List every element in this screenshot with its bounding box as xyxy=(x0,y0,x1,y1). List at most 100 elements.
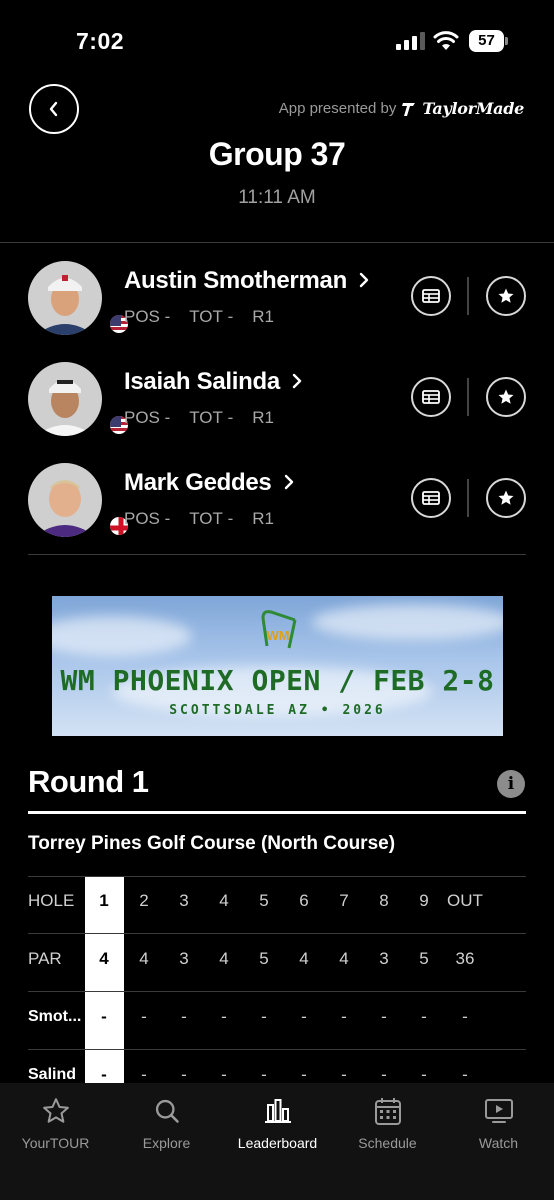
banner-title: WM PHOENIX OPEN / FEB 2-8 xyxy=(60,664,495,697)
scorecard-cell: - xyxy=(462,1065,468,1083)
player-stats: POS - TOT - R1 xyxy=(124,307,274,326)
search-icon xyxy=(155,1099,179,1123)
course-name: Torrey Pines Golf Course (North Course) xyxy=(28,833,396,854)
scorecard-cell: - xyxy=(341,1007,347,1026)
nav-yourtour[interactable]: YourTOUR xyxy=(0,1093,111,1151)
nav-schedule[interactable]: Schedule xyxy=(332,1093,443,1151)
scorecard-cell: 5 xyxy=(259,949,269,968)
scorecard-cell: 6 xyxy=(299,891,309,910)
nav-label: Watch xyxy=(478,1135,519,1151)
divider xyxy=(28,811,526,814)
avatar[interactable] xyxy=(28,261,130,335)
scorecard-cell: 4 xyxy=(139,949,149,968)
player-name-link[interactable]: Isaiah Salinda xyxy=(124,368,302,396)
star-icon xyxy=(42,1098,69,1123)
favorite-button[interactable] xyxy=(486,377,526,417)
battery-icon: 57 xyxy=(469,30,509,52)
scorecard-cell: 4 xyxy=(339,949,349,968)
player-row[interactable]: Mark Geddes POS - TOT - R1 xyxy=(0,463,554,553)
scorecard-cell: - xyxy=(381,1007,387,1026)
scorecard-cell: - xyxy=(261,1065,267,1083)
back-button[interactable] xyxy=(29,84,79,134)
presented-by-text: App presented by xyxy=(278,100,397,117)
scorecard-cell: - xyxy=(101,1007,107,1026)
chevron-right-icon xyxy=(293,373,302,389)
nav-leaderboard[interactable]: Leaderboard xyxy=(222,1093,333,1151)
favorite-button[interactable] xyxy=(486,478,526,518)
scorecard-cell: - xyxy=(462,1007,468,1026)
nav-watch[interactable]: Watch xyxy=(443,1093,554,1151)
scorecard-cell: 3 xyxy=(179,949,189,968)
scorecard-cell: - xyxy=(181,1065,187,1083)
scorecard-cell: - xyxy=(221,1007,227,1026)
scorecard-row-label: PAR xyxy=(28,949,62,968)
info-icon[interactable]: i xyxy=(497,770,525,798)
scorecard-cell: 4 xyxy=(299,949,309,968)
scorecard-cell: 3 xyxy=(179,891,189,910)
player-row[interactable]: Isaiah Salinda POS - TOT - R1 xyxy=(0,362,554,452)
scorecard-button[interactable] xyxy=(411,377,451,417)
scorecard-cell: - xyxy=(301,1007,307,1026)
nav-label: Leaderboard xyxy=(237,1135,318,1151)
scorecard-cell: 4 xyxy=(219,949,229,968)
player-name-link[interactable]: Austin Smotherman xyxy=(124,267,369,295)
scorecard-cell: - xyxy=(221,1065,227,1083)
scorecard-cell: 5 xyxy=(259,891,269,910)
status-bar: 7:02 57 xyxy=(0,0,554,84)
cellular-signal-icon xyxy=(396,32,425,50)
scorecard-row-label: Smot... xyxy=(28,1008,82,1025)
scorecard-button[interactable] xyxy=(411,276,451,316)
wifi-icon xyxy=(433,31,459,50)
chevron-right-icon xyxy=(360,272,369,288)
avatar[interactable] xyxy=(28,463,130,537)
tee-time: 11:11 AM xyxy=(238,187,316,208)
nav-explore[interactable]: Explore xyxy=(111,1093,222,1151)
star-icon xyxy=(498,288,514,303)
star-icon xyxy=(498,389,514,404)
taylormade-t-icon xyxy=(402,102,416,116)
scorecard-icon xyxy=(422,289,440,303)
scorecard-row: HOLE 1 2 3 4 5 6 7 8 9 OUT xyxy=(28,877,526,934)
scorecard-cell: - xyxy=(341,1065,347,1083)
scorecard-icon xyxy=(422,390,440,404)
player-stats: POS - TOT - R1 xyxy=(124,509,274,528)
scorecard-row-label: Salind xyxy=(28,1066,77,1083)
scorecard-button[interactable] xyxy=(411,478,451,518)
scorecard-cell: - xyxy=(421,1065,427,1083)
divider xyxy=(0,242,554,243)
player-row[interactable]: Austin Smotherman POS - TOT - R1 xyxy=(0,261,554,351)
scorecard-cell: - xyxy=(261,1007,267,1026)
divider xyxy=(467,277,469,315)
scorecard-icon xyxy=(422,491,440,505)
player-name-link[interactable]: Mark Geddes xyxy=(124,469,294,497)
scorecard-cell: 7 xyxy=(339,891,349,910)
page-title: Group 37 xyxy=(208,136,346,172)
scorecard-cell: 4 xyxy=(99,949,109,968)
scorecard-cell: 8 xyxy=(379,891,389,910)
scorecard-cell: - xyxy=(381,1065,387,1083)
scorecard-cell: 3 xyxy=(379,949,389,968)
nav-label: YourTOUR xyxy=(21,1135,90,1151)
scorecard-cell: 4 xyxy=(219,891,229,910)
favorite-button[interactable] xyxy=(486,276,526,316)
ad-banner[interactable]: WM WM PHOENIX OPEN / FEB 2-8 SCOTTSDALE … xyxy=(52,596,503,736)
scorecard-cell: 2 xyxy=(139,891,149,910)
scorecard-row: PAR 4 4 3 4 5 4 4 3 5 36 xyxy=(28,935,526,992)
scorecard-cell: 36 xyxy=(455,949,475,968)
scorecard-row: Salind - - - - - - - - - - xyxy=(28,1051,526,1083)
sponsor-credit: App presented by TaylorMade xyxy=(278,99,525,118)
scorecard-cell: - xyxy=(141,1065,147,1083)
scorecard-cell: 9 xyxy=(419,891,429,910)
battery-level: 57 xyxy=(469,30,504,52)
calendar-icon xyxy=(374,1098,401,1125)
scorecard-cell: 1 xyxy=(99,891,109,910)
bottom-nav: YourTOUR Explore Leaderboard Schedule Wa… xyxy=(0,1083,554,1200)
scorecard-cell: 5 xyxy=(419,949,429,968)
divider xyxy=(467,479,469,517)
svg-text:WM: WM xyxy=(266,628,289,643)
round-title: Round 1 xyxy=(28,764,149,799)
scorecard-cell: - xyxy=(101,1065,107,1083)
scorecard-cell: OUT xyxy=(447,891,483,910)
scorecard-table[interactable]: HOLE 1 2 3 4 5 6 7 8 9 OUT PAR 4 4 3 4 5 4 4 3 5 36 Smot... - - -… xyxy=(28,877,526,1083)
avatar[interactable] xyxy=(28,362,130,436)
